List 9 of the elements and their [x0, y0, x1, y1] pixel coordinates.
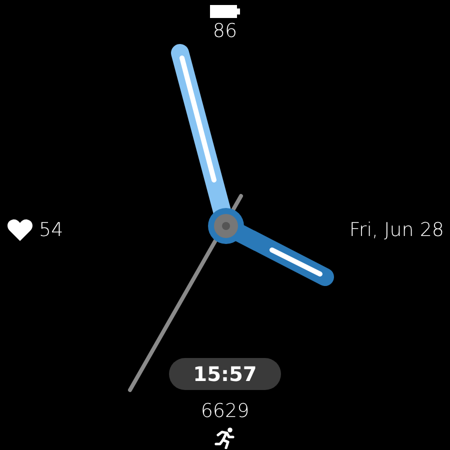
heart-rate: 54: [39, 220, 64, 240]
running-person-icon: [214, 427, 236, 449]
heart-icon: [7, 219, 33, 241]
center-pivot: [208, 208, 244, 244]
digital-time: 15:57: [169, 358, 281, 390]
battery-percent: 86: [212, 21, 238, 41]
date: Fri, Jun 28: [349, 220, 444, 240]
step-count: 6629: [200, 401, 250, 421]
battery-icon: [210, 5, 240, 18]
